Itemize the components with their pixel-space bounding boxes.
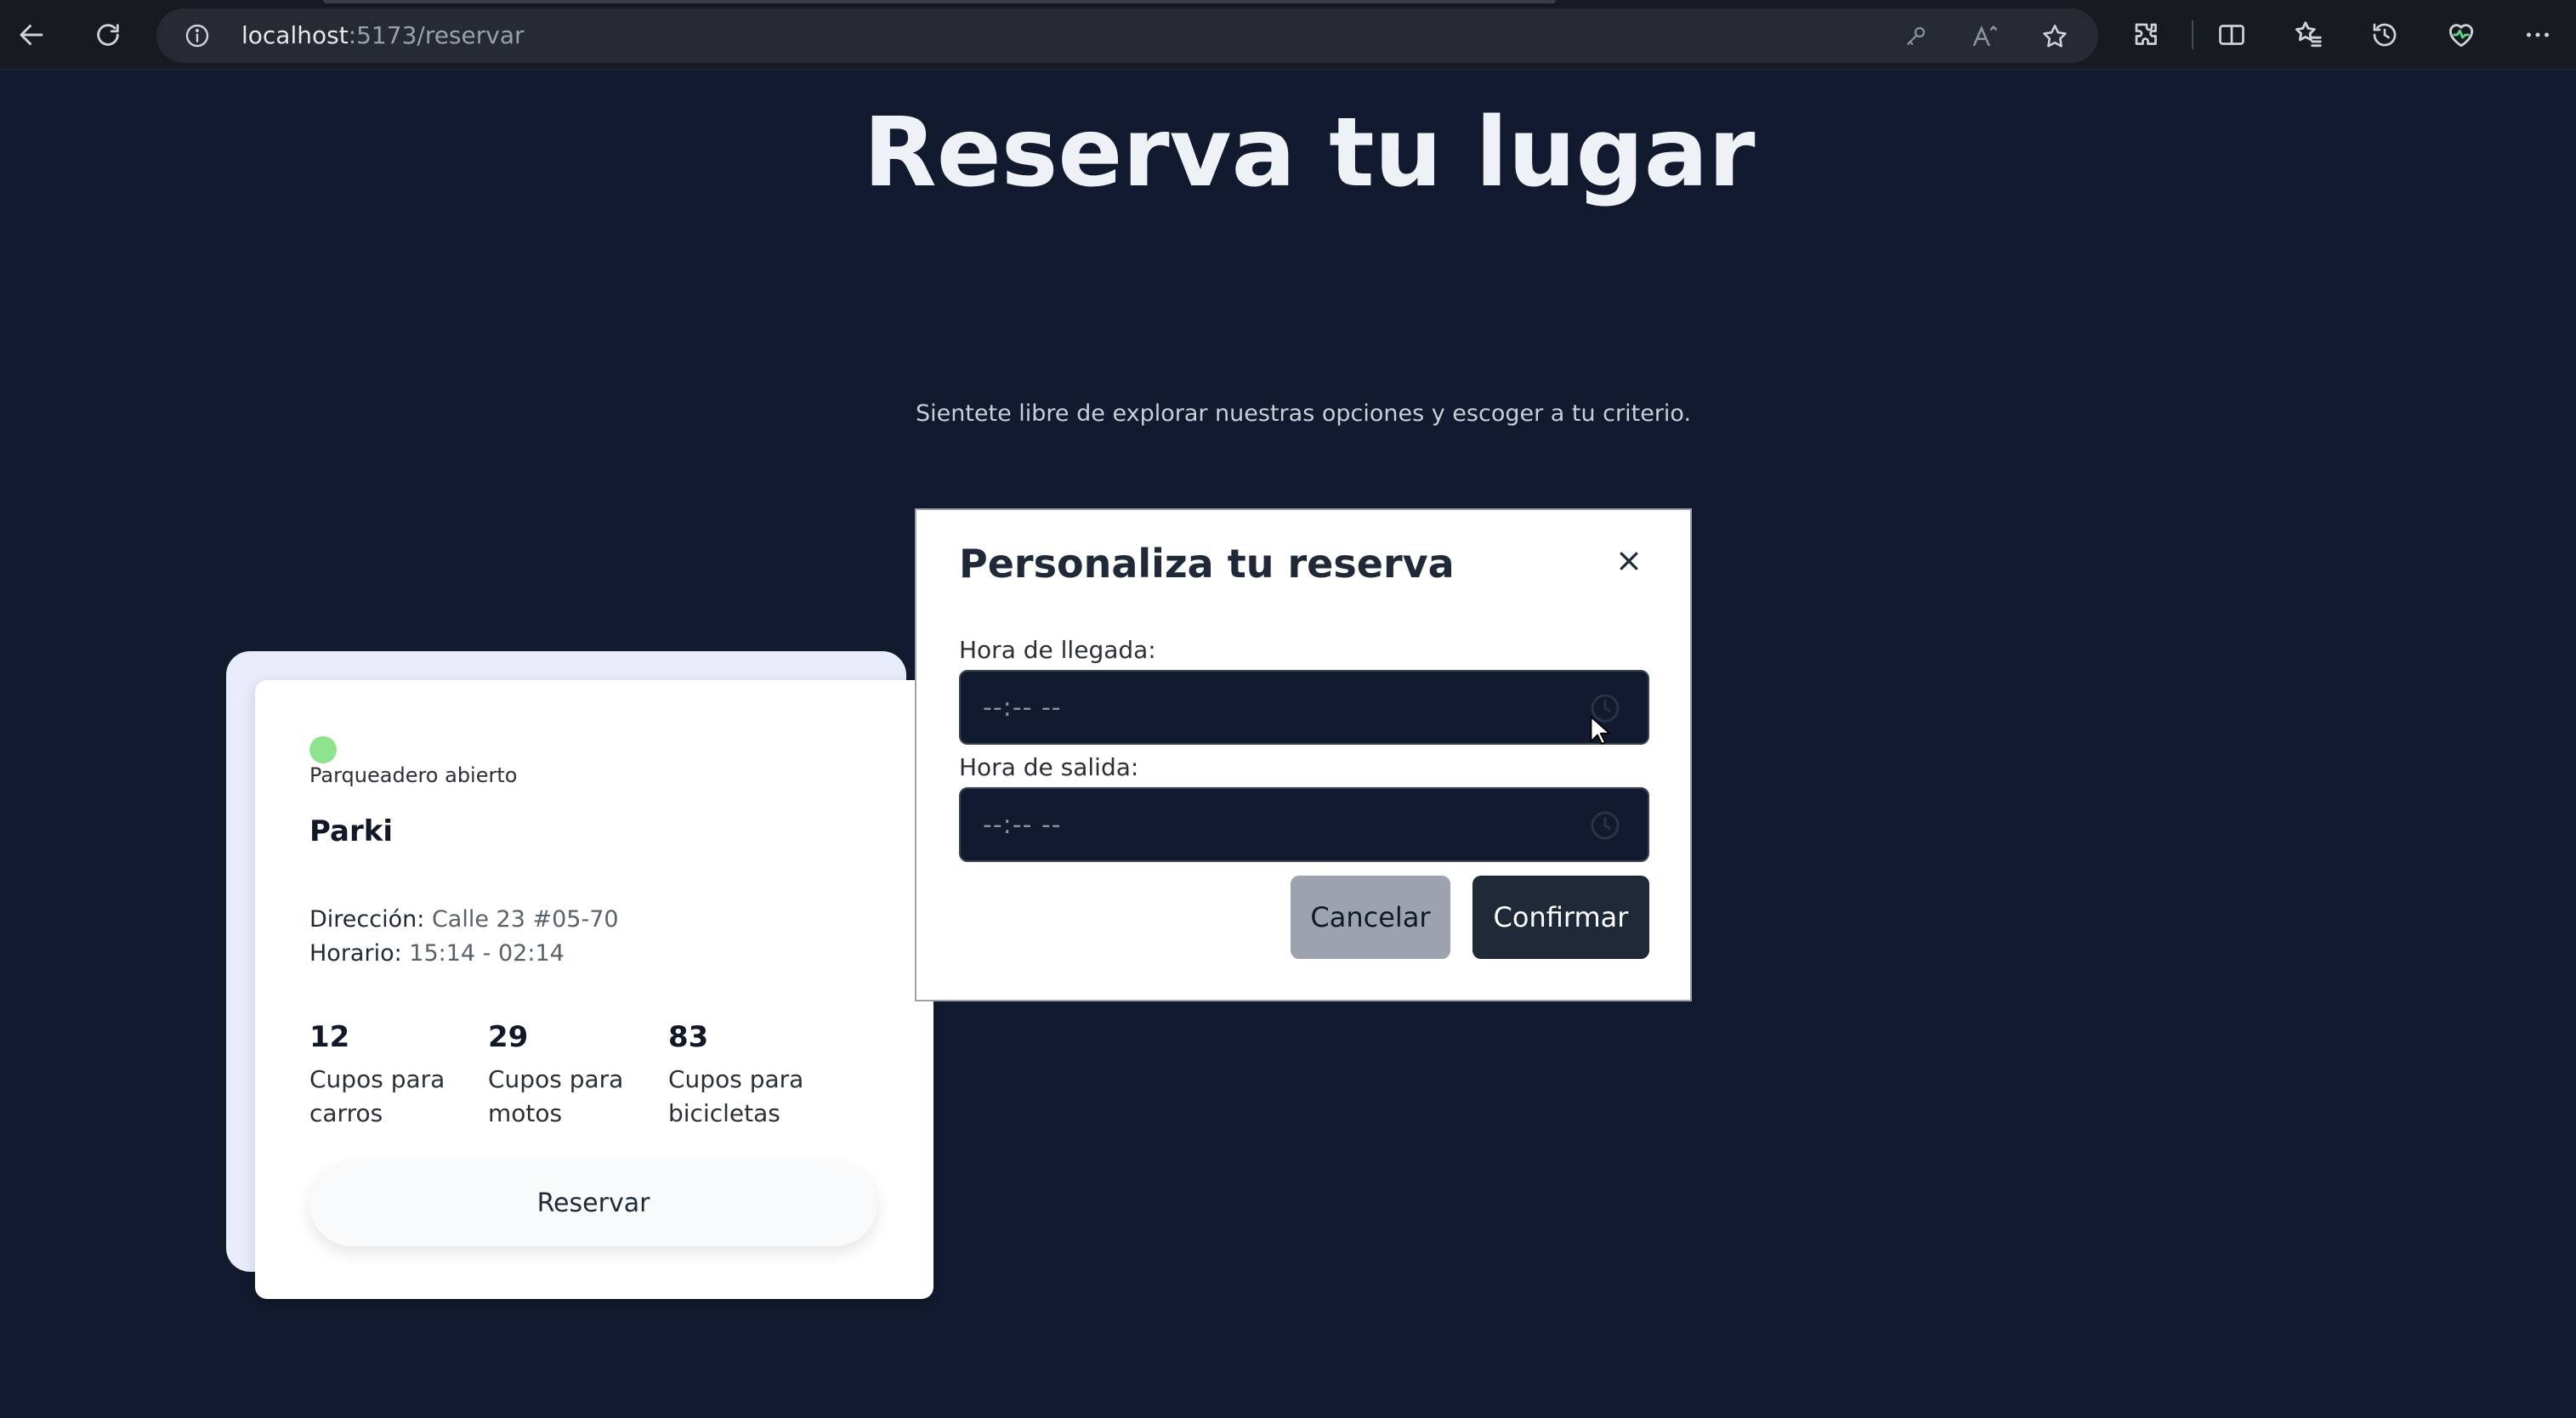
stat-label: Cupos para bicicletas <box>668 1065 804 1127</box>
close-icon[interactable] <box>1614 546 1644 576</box>
history-icon[interactable] <box>2367 17 2403 53</box>
reserve-button[interactable]: Reservar <box>309 1161 877 1246</box>
departure-time-input[interactable]: --:-- -- <box>959 787 1649 862</box>
stat-label: Cupos para motos <box>488 1065 624 1127</box>
address-label: Dirección: <box>309 906 425 933</box>
back-button[interactable] <box>12 15 51 54</box>
read-aloud-icon[interactable] <box>1971 22 2000 51</box>
status-indicator <box>309 736 337 763</box>
modal-title: Personaliza tu reserva <box>959 541 1455 587</box>
page-title: Reserva tu lugar <box>863 98 1756 208</box>
split-screen-icon[interactable] <box>2214 17 2250 53</box>
reservation-modal: Personaliza tu reserva Hora de llegada: … <box>915 508 1692 1001</box>
more-menu-icon[interactable] <box>2520 17 2556 53</box>
browser-toolbar: localhost:5173/reservar <box>0 0 2576 70</box>
schedule-value: 15:14 - 02:14 <box>409 940 565 967</box>
page-subtitle: Sientete libre de explorar nuestras opci… <box>915 400 1692 427</box>
key-icon[interactable] <box>1901 22 1930 51</box>
departure-time-value: --:-- -- <box>983 810 1062 840</box>
status-text: Parqueadero abierto <box>309 763 518 787</box>
arrival-time-value: --:-- -- <box>983 693 1062 723</box>
back-arrow-icon <box>20 25 43 45</box>
extensions-icon[interactable] <box>2129 17 2165 53</box>
stat-motorcycles: 29 Cupos para motos <box>488 1018 650 1131</box>
address-value: Calle 23 #05-70 <box>431 906 619 933</box>
address-line: Dirección: Calle 23 #05-70 <box>309 906 619 933</box>
stat-label: Cupos para carros <box>309 1065 445 1127</box>
url-text: localhost:5173/reservar <box>241 9 525 63</box>
stat-value: 12 <box>309 1020 350 1054</box>
parking-name: Parki <box>309 814 393 848</box>
site-info-icon[interactable] <box>184 22 211 49</box>
reload-button[interactable] <box>88 15 128 54</box>
tab-strip-edge <box>323 0 1556 3</box>
schedule-label: Horario: <box>309 940 402 967</box>
departure-label: Hora de salida: <box>959 753 1139 781</box>
url-path: :5173/reservar <box>348 21 525 49</box>
reload-icon <box>97 24 119 46</box>
favorite-star-icon[interactable] <box>2040 22 2069 51</box>
stat-value: 83 <box>668 1020 709 1054</box>
stat-bicycles: 83 Cupos para bicicletas <box>668 1018 830 1131</box>
arrival-label: Hora de llegada: <box>959 636 1156 664</box>
browser-essentials-icon[interactable] <box>2443 17 2479 53</box>
stat-value: 29 <box>488 1020 529 1054</box>
mouse-cursor-icon <box>1590 716 1610 745</box>
parking-card: Parqueadero abierto Parki Dirección: Cal… <box>255 680 933 1299</box>
url-host: localhost <box>241 21 349 49</box>
clock-icon[interactable] <box>1588 808 1622 842</box>
cancel-button[interactable]: Cancelar <box>1291 876 1450 959</box>
confirm-button[interactable]: Confirmar <box>1472 876 1649 959</box>
schedule-line: Horario: 15:14 - 02:14 <box>309 940 565 967</box>
toolbar-divider <box>2192 20 2193 49</box>
favorites-icon[interactable] <box>2290 17 2326 53</box>
address-bar[interactable]: localhost:5173/reservar <box>156 9 2098 63</box>
stat-cars: 12 Cupos para carros <box>309 1018 471 1131</box>
arrival-time-input[interactable]: --:-- -- <box>959 670 1649 745</box>
